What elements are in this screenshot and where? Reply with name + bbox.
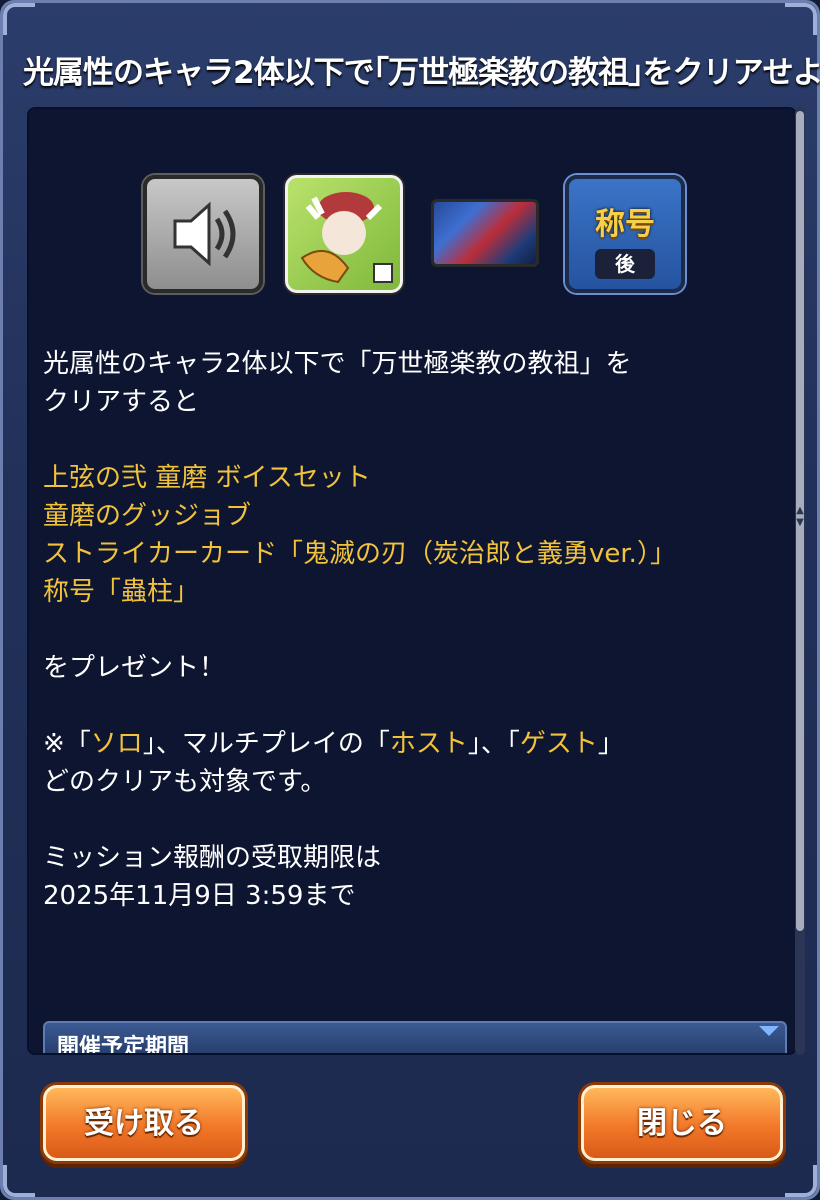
frame-corner-decoration — [785, 3, 817, 35]
reward-item-text: 称号「蟲柱」 — [43, 577, 200, 607]
title-icon[interactable]: 称号 後 — [565, 175, 685, 293]
note-guest: ゲスト — [519, 729, 598, 759]
present-line: をプレゼント！ — [43, 653, 226, 683]
frame-corner-decoration — [3, 3, 35, 35]
character-portrait-icon — [300, 192, 393, 284]
note-line: ※「ソロ」、マルチプレイの「ホスト」、「ゲスト」 — [43, 729, 624, 759]
close-button[interactable]: 閉じる — [581, 1085, 783, 1161]
striker-card-icon[interactable] — [431, 199, 539, 267]
receive-button[interactable]: 受け取る — [43, 1085, 245, 1161]
reward-icons-row: 称号 後 — [139, 171, 699, 295]
deadline-value: 2025年11月9日 3:59まで — [43, 881, 356, 911]
reward-item: ストライカーカード「鬼滅の刃（炭治郎と義勇ver.）」 — [43, 539, 676, 569]
title-badge-sub: 後 — [595, 249, 655, 279]
frame-corner-decoration — [3, 1165, 35, 1197]
reward-item: 称号「蟲柱」 — [43, 573, 783, 611]
voice-set-icon[interactable] — [143, 175, 263, 293]
scroll-grip-icon: ▲ ▼ — [796, 505, 804, 528]
scrollbar[interactable]: ▲ ▼ — [795, 107, 805, 1055]
mission-content-panel[interactable]: 称号 後 光属性のキャラ2体以下で「万世極楽教の教祖」を クリアすると 上弦の弐… — [27, 107, 797, 1055]
speaker-icon — [173, 201, 236, 267]
note-line-2: どのクリアも対象です。 — [43, 767, 327, 797]
dialog-title: 光属性のキャラ2体以下で｢万世極楽教の教祖｣をクリアせよ — [23, 55, 820, 91]
goodjob-icon[interactable] — [285, 175, 403, 293]
event-period-label: 開催予定期間 — [57, 1035, 190, 1055]
mission-dialog: 光属性のキャラ2体以下で｢万世極楽教の教祖｣をクリアせよ 称号 後 光属性のキャ… — [0, 0, 820, 1200]
note-solo: ソロ — [90, 729, 143, 759]
reward-item: 上弦の弐 童磨 ボイスセット — [43, 463, 371, 493]
event-period-header[interactable]: 開催予定期間 — [43, 1021, 787, 1055]
deadline-label: ミッション報酬の受取期限は — [43, 843, 382, 873]
title-badge-label: 称号 — [595, 207, 655, 242]
condition-line: 光属性のキャラ2体以下で「万世極楽教の教祖」を — [43, 349, 632, 379]
reward-item: 童磨のグッジョブ — [43, 501, 252, 531]
condition-line: クリアすると — [43, 387, 200, 417]
expand-arrow-icon — [759, 1026, 779, 1036]
frame-corner-decoration — [785, 1165, 817, 1197]
note-host: ホスト — [389, 729, 468, 759]
mission-description: 光属性のキャラ2体以下で「万世極楽教の教祖」を クリアすると 上弦の弐 童磨 ボ… — [43, 345, 783, 915]
